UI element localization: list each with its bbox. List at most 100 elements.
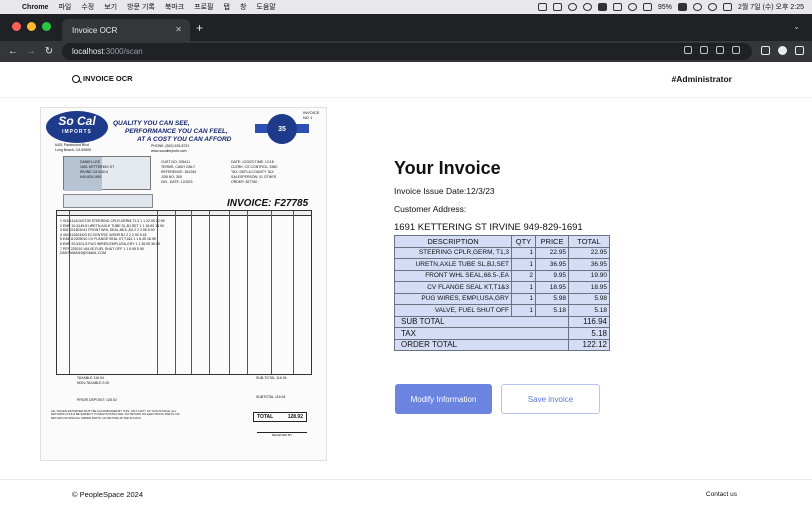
scan-table-header [57,211,311,216]
bookmark-star-icon[interactable] [732,46,740,54]
item-total: 19.90 [568,269,610,282]
issue-date-row: Invoice Issue Date:12/3/23 [394,186,495,196]
maximize-window-button[interactable] [42,22,51,31]
scan-total-box: TOTAL 128.92 [253,412,307,422]
address-bar[interactable]: ⓘ localhost:3000/scan [62,43,752,210]
volume-icon[interactable] [612,3,622,11]
subtotal-label: SUB TOTAL [394,315,569,328]
item-qty: 1 [511,246,536,259]
search-icon [72,74,80,83]
item-total: 5.98 [568,292,610,305]
forward-button[interactable]: → [26,46,36,57]
field-line: ORDER: 827780 [231,180,258,184]
item-total: 36.95 [568,258,610,271]
battery-icon[interactable] [677,3,687,11]
brand-name: INVOICE OCR [83,74,133,83]
invoice-items-table: DESCRIPTION QTY PRICE TOTAL STEERING CPL… [394,235,610,351]
invoice-summary: Your Invoice Invoice Issue Date:12/3/23 … [394,158,583,233]
slogan-line: AT A COST YOU CAN AFFORD [137,136,232,143]
table-row: PUG WIRES, EMPI,USA,GRY 1 5.98 5.98 [394,292,610,305]
menu-item-history[interactable]: 방문 기록 [127,2,155,12]
slogan-line: PERFORMANCE YOU CAN FEEL, [125,128,228,135]
close-tab-icon[interactable]: ✕ [175,25,182,34]
status-icon[interactable] [597,3,607,11]
status-icon[interactable] [567,3,577,11]
reload-button[interactable]: ↻ [44,46,54,57]
item-description: URETN,AXLE TUBE SL,BJ,SET [394,258,512,271]
url-host: localhost [72,47,104,56]
toolbar-right [761,46,804,55]
zoom-icon[interactable] [700,46,708,54]
menu-clock[interactable]: 2월 7일 (수) 오후 2:25 [738,2,804,12]
item-description: PUG WIRES, EMPI,USA,GRY [394,292,512,305]
col-total: TOTAL [568,235,610,248]
customer-fields: CUST NO: 305411 TERMS: CASH ONLY REFEREN… [161,160,196,185]
wifi-icon[interactable] [692,3,702,11]
issue-date-label: Invoice Issue Date: [394,186,467,196]
company-logo: So Cal IMPORTS [46,111,108,143]
menu-app-name[interactable]: Chrome [22,4,48,11]
customer-line: 949-829-1691 [80,175,102,179]
status-icon[interactable] [582,3,592,11]
item-price: 5.18 [535,304,569,317]
copyright: © PeopleSpace 2024 [72,490,143,499]
scan-signature-line: RECEIVED BY [257,432,307,437]
close-window-button[interactable] [12,22,21,31]
control-center-icon[interactable] [722,3,732,11]
table-header-row: DESCRIPTION QTY PRICE TOTAL [394,235,610,248]
menu-item-help[interactable]: 도움말 [256,2,275,12]
taxable-line: NON-TAXABLE 0.00 [77,380,110,385]
item-total: 5.18 [568,304,610,317]
minimize-window-button[interactable] [27,22,36,31]
back-button[interactable]: ← [8,46,18,57]
menu-item-window[interactable]: 창 [240,2,246,12]
contact-us-link[interactable]: Contact us [706,491,737,498]
browser-toolbar: ← → ↻ ⓘ localhost:3000/scan [0,41,812,210]
modify-information-button[interactable]: Modify Information [395,384,492,414]
menu-item-bookmarks[interactable]: 북마크 [165,2,184,12]
scan-fine-print: ALL ISSUES RETURNED MUST BE ACCOMPANIED … [51,409,180,420]
profile-avatar-icon[interactable] [778,46,787,55]
page-footer: © PeopleSpace 2024 Contact us [0,479,812,507]
status-icon[interactable] [537,3,547,11]
bluetooth-icon[interactable] [627,3,637,11]
menu-item-file[interactable]: 파일 [58,2,71,12]
item-description: STEERING CPLR,GERM, T1,3 [394,246,512,259]
tab-title: Invoice OCR [72,25,118,35]
menu-item-profiles[interactable]: 프로필 [194,2,213,12]
scan-row: DANTIWAN19@GMAIL.COM [60,251,107,256]
spotlight-icon[interactable] [707,3,717,11]
scan-taxable: TAXABLE 116.94 NON-TAXABLE 0.00 [77,376,109,385]
logo-main-text: So Cal [58,114,96,128]
side-panel-icon[interactable] [761,46,770,55]
item-price: 36.95 [535,258,569,271]
scanned-invoice-image: So Cal IMPORTS QUALITY YOU CAN SEE, PERF… [40,107,327,461]
item-total: 22.95 [568,246,610,259]
tax-label: TAX [394,327,569,340]
brand-link[interactable]: INVOICE OCR [72,74,133,83]
input-source-icon[interactable] [642,3,652,11]
battery-percent: 95% [657,3,672,11]
item-qty: 1 [511,304,536,317]
menu-item-tab[interactable]: 탭 [224,2,230,12]
browser-tab-active[interactable]: Invoice OCR ✕ [62,19,190,41]
item-qty: 1 [511,258,536,271]
new-tab-button[interactable]: + [196,21,203,35]
share-icon[interactable] [716,46,724,54]
scan-prior-deposit: PRIOR DEPOSIT: 128.92 [77,398,117,402]
more-menu-icon[interactable] [795,46,804,55]
scan-total-value: 128.92 [287,414,303,420]
tab-search-icon[interactable]: ⌄ [793,22,800,31]
menu-item-edit[interactable]: 수정 [81,2,94,12]
translate-icon[interactable] [684,46,692,54]
menu-item-view[interactable]: 보기 [104,2,117,12]
table-row: CV FLANGE SEAL KT,T1&3 1 18.95 18.95 [394,281,610,294]
omnibox-actions [684,46,740,54]
order-fields: DATE: 12/3/23 TIME: 12:18 CLERK: CS CONT… [231,160,277,185]
status-icon[interactable] [552,3,562,11]
slogan: QUALITY YOU CAN SEE, PERFORMANCE YOU CAN… [113,120,231,144]
save-invoice-button[interactable]: Save invoice [501,384,600,414]
table-row: FRONT WHL SEAL,68.5-,EA 2 9.95 19.90 [394,269,610,282]
table-row: STEERING CPLR,GERM, T1,3 1 22.95 22.95 [394,246,610,259]
order-total-value: 122.12 [568,338,610,351]
